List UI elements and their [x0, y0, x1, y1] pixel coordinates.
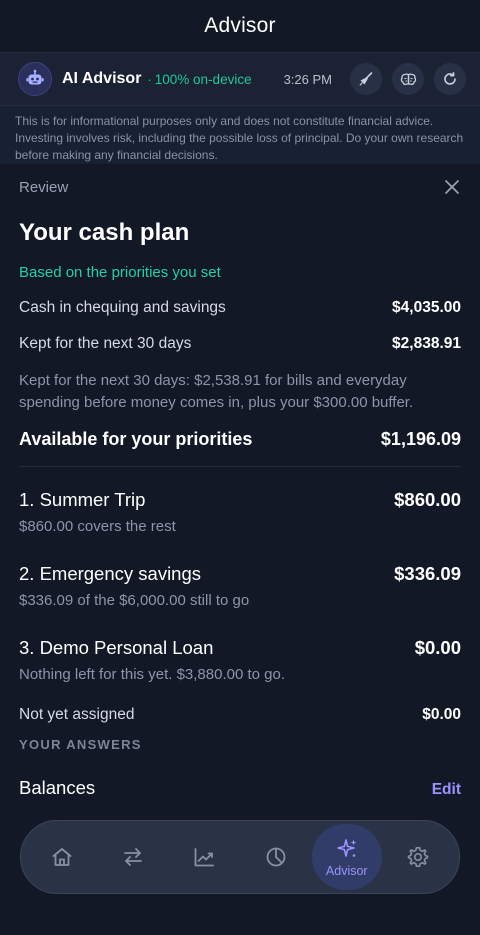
- balances-title: Balances: [19, 777, 96, 798]
- available-value: $1,196.09: [380, 429, 461, 449]
- cash-row: Cash in chequing and savings $4,035.00: [19, 299, 461, 317]
- kept-value: $2,838.91: [392, 335, 461, 352]
- chart-line-icon: [194, 848, 215, 867]
- unassigned-value: $0.00: [422, 706, 461, 723]
- gear-icon: [407, 847, 429, 867]
- priorities-note: Based on the priorities you set: [19, 264, 221, 281]
- brain-icon: [400, 73, 416, 85]
- kept-label: Kept for the next 30 days: [19, 335, 192, 352]
- advisor-separator: ·: [147, 71, 152, 87]
- top-bar: Advisor: [0, 0, 480, 52]
- available-label: Available for your priorities: [19, 429, 253, 449]
- robot-icon: [18, 62, 52, 96]
- review-label: Review: [19, 178, 69, 196]
- disclaimer-text: This is for informational purposes only …: [0, 106, 480, 164]
- tab-advisor[interactable]: Advisor: [311, 824, 382, 890]
- tab-budget[interactable]: [241, 824, 311, 890]
- refresh-button[interactable]: [434, 63, 466, 95]
- unassigned-row: Not yet assigned $0.00: [19, 706, 461, 724]
- kept-row: Kept for the next 30 days $2,838.91: [19, 335, 461, 353]
- memory-button[interactable]: [392, 63, 424, 95]
- home-icon: [52, 848, 72, 866]
- refresh-icon: [444, 72, 456, 85]
- clear-chat-button[interactable]: [350, 63, 382, 95]
- priority-name: 1. Summer Trip: [19, 489, 146, 510]
- divider: [19, 466, 461, 467]
- tab-settings[interactable]: [383, 824, 453, 890]
- plan-title: Your cash plan: [19, 219, 190, 246]
- tab-bar: Advisor: [20, 820, 460, 894]
- tab-home[interactable]: [27, 824, 97, 890]
- edit-balances-link[interactable]: Edit: [432, 781, 461, 799]
- advisor-name: AI Advisor: [62, 70, 142, 87]
- broom-icon: [359, 72, 373, 86]
- close-button[interactable]: [444, 179, 460, 195]
- unassigned-label: Not yet assigned: [19, 706, 135, 723]
- priority-item: 2. Emergency savings $336.09 $336.09 of …: [19, 563, 461, 609]
- transfer-icon: [124, 848, 143, 866]
- review-header: Review: [19, 177, 460, 197]
- sparkle-icon: [336, 838, 357, 857]
- kept-explanation: Kept for the next 30 days: $2,538.91 for…: [19, 372, 414, 411]
- page-title: Advisor: [204, 14, 276, 37]
- tab-advisor-label: Advisor: [325, 863, 368, 878]
- available-row: Available for your priorities $1,196.09: [19, 429, 461, 450]
- priority-detail: $860.00 covers the rest: [19, 518, 176, 535]
- priority-detail: Nothing left for this yet. $3,880.00 to …: [19, 666, 286, 683]
- priority-detail: $336.09 of the $6,000.00 still to go: [19, 592, 250, 609]
- priority-amount: $860.00: [394, 489, 461, 510]
- priority-amount: $336.09: [394, 563, 461, 584]
- close-icon: [445, 180, 459, 194]
- priority-name: 2. Emergency savings: [19, 563, 202, 584]
- pie-chart-icon: [266, 847, 285, 867]
- tab-transactions[interactable]: [98, 824, 168, 890]
- advisor-timestamp: 3:26 PM: [283, 71, 332, 87]
- tab-investments[interactable]: [169, 824, 239, 890]
- advisor-bar: AI Advisor · 100% on-device 3:26 PM: [0, 52, 480, 106]
- priority-amount: $0.00: [414, 637, 461, 658]
- your-answers-heading: YOUR ANSWERS: [19, 737, 142, 752]
- priority-name: 3. Demo Personal Loan: [19, 637, 214, 658]
- cash-value: $4,035.00: [392, 299, 461, 316]
- priority-item: 3. Demo Personal Loan $0.00 Nothing left…: [19, 637, 461, 683]
- balances-row: Balances Edit: [19, 777, 461, 799]
- priority-item: 1. Summer Trip $860.00 $860.00 covers th…: [19, 489, 461, 535]
- advisor-status: 100% on-device: [154, 71, 252, 87]
- cash-label: Cash in chequing and savings: [19, 299, 226, 316]
